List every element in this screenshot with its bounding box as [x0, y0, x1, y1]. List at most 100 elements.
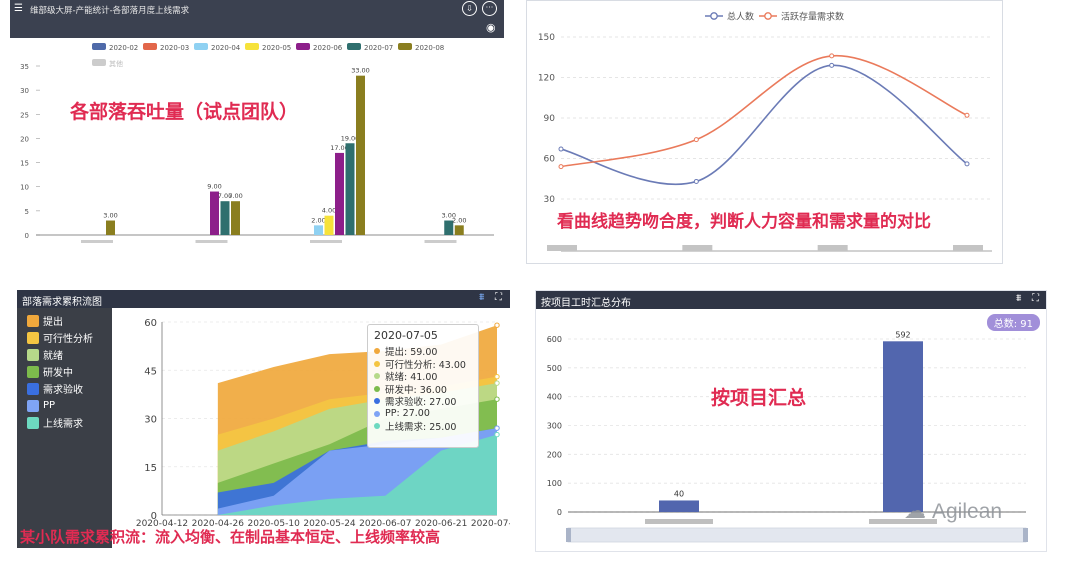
y-tick-label: 60	[144, 318, 157, 329]
data-point	[964, 161, 970, 167]
bar	[231, 201, 240, 235]
cfd-legend-item[interactable]: PP	[27, 397, 112, 414]
data-point	[494, 373, 500, 380]
x-tick-label-blurred	[195, 240, 228, 243]
tooltip-row: 就绪: 41.00	[374, 370, 472, 383]
y-tick-label: 0	[25, 232, 29, 240]
y-tick-label: 0	[557, 508, 562, 517]
data-point	[829, 53, 835, 59]
y-tick-label: 25	[20, 111, 29, 119]
cfd-legend-item[interactable]: 需求验收	[27, 380, 112, 397]
project-hours-header: 按项目工时汇总分布 ⩩ ⛶	[536, 291, 1046, 309]
data-point	[693, 137, 699, 143]
legend-label: 提出	[43, 317, 63, 328]
legend-swatch	[27, 382, 39, 395]
legend-label: 2020-02	[109, 44, 138, 52]
data-point	[558, 164, 564, 170]
bar	[106, 220, 115, 235]
data-point	[558, 146, 564, 152]
legend-label: 2020-04	[211, 44, 241, 52]
tooltip-row: 提出: 59.00	[374, 345, 472, 358]
bar	[345, 143, 355, 235]
bar	[314, 225, 323, 235]
legend-swatch	[27, 365, 39, 378]
filter-icon[interactable]: ⩩	[479, 292, 484, 303]
legend-swatch	[92, 59, 106, 66]
throughput-panel: ☰ 维部级大屏-产能统计-各部落月度上线需求 ⇩ ··· ◉ 2020-02 20…	[10, 0, 504, 250]
bar	[659, 500, 699, 512]
cfd-legend-item[interactable]: 提出	[27, 312, 112, 329]
tooltip-dot	[374, 398, 380, 405]
legend-swatch	[143, 43, 157, 50]
tooltip-label: PP: 27.00	[385, 408, 430, 420]
bar	[324, 215, 334, 235]
legend-label: 其他	[109, 59, 123, 68]
zoom-handle-left	[566, 528, 571, 542]
watermark-text: Agilean	[932, 499, 1003, 523]
data-label: 40	[674, 489, 684, 498]
y-tick-label: 120	[538, 74, 555, 84]
tooltip-row: 需求验收: 27.00	[374, 395, 472, 408]
filter-icon[interactable]: ⩩	[1016, 293, 1021, 304]
legend-swatch	[245, 43, 259, 50]
capacity-panel: 总人数 活跃存量需求数 30 60 90 120 150 看曲线趋势吻合度，判断人力容量和需…	[526, 0, 1003, 264]
fullscreen-icon[interactable]: ⛶	[495, 292, 502, 303]
legend-label: 总人数	[727, 11, 754, 23]
menu-icon[interactable]: ☰	[14, 3, 23, 14]
data-point	[494, 322, 500, 328]
legend-label: 活跃存量需求数	[781, 11, 844, 23]
wechat-icon: ☁	[904, 499, 926, 524]
legend-swatch	[296, 43, 310, 50]
legend-marker	[710, 12, 718, 20]
cfd-legend-item[interactable]: 就绪	[27, 346, 112, 363]
fullscreen-icon[interactable]: ⛶	[1032, 293, 1039, 304]
legend-swatch	[92, 43, 106, 50]
y-tick-label: 90	[544, 114, 556, 124]
cfd-legend-item[interactable]: 可行性分析	[27, 329, 112, 346]
data-label: 592	[895, 330, 910, 339]
legend-label: 2020-07	[364, 44, 393, 52]
y-tick-label: 35	[20, 63, 29, 71]
data-label: 33.00	[351, 67, 370, 75]
tooltip-label: 需求验收: 27.00	[385, 397, 457, 409]
y-tick-label: 60	[544, 155, 556, 165]
series-line	[560, 55, 968, 168]
legend-label: 研发中	[43, 368, 73, 379]
x-tick-label: 2020-07-05	[471, 519, 510, 529]
data-point	[829, 62, 835, 68]
bar	[883, 341, 923, 512]
y-tick-label: 300	[547, 422, 562, 431]
legend-label: 就绪	[43, 351, 63, 362]
y-tick-label: 30	[20, 87, 29, 95]
legend-label: PP	[43, 400, 56, 411]
y-tick-label: 15	[144, 463, 157, 474]
download-icon[interactable]: ⇩	[462, 1, 477, 16]
watermark: ☁ Agilean	[904, 499, 1002, 524]
throughput-annotation: 各部落吞吐量（试点团队）	[70, 101, 299, 123]
legend-label: 2020-08	[415, 44, 444, 52]
cfd-legend-item[interactable]: 上线需求	[27, 414, 112, 431]
y-tick-label: 30	[144, 415, 157, 426]
tooltip-row: 可行性分析: 43.00	[374, 358, 472, 371]
tooltip-dot	[374, 385, 380, 392]
y-tick-label: 10	[20, 184, 29, 192]
bar	[220, 201, 230, 235]
tooltip-dot	[374, 348, 380, 355]
legend-swatch	[347, 43, 361, 50]
y-tick-label: 5	[25, 208, 29, 216]
data-label: 2.00	[452, 216, 466, 224]
tooltip-dot	[374, 373, 380, 380]
y-tick-label: 500	[547, 364, 562, 373]
capacity-annotation: 看曲线趋势吻合度，判断人力容量和需求量的对比	[557, 212, 931, 232]
cfd-panel-header: 部落需求累积流图 ⩩ ⛶	[17, 290, 510, 308]
data-label: 3.00	[103, 212, 117, 220]
cfd-tooltip-date: 2020-07-05	[374, 329, 438, 342]
data-label: 4.00	[322, 207, 336, 215]
eye-icon[interactable]: ◉	[486, 21, 496, 34]
cfd-legend-item[interactable]: 研发中	[27, 363, 112, 380]
data-point	[494, 431, 500, 438]
bar	[335, 152, 344, 235]
bar	[454, 225, 464, 235]
more-icon[interactable]: ···	[482, 1, 497, 16]
cfd-tooltip: 2020-07-05 提出: 59.00 可行性分析: 43.00 就绪: 41.0…	[367, 324, 479, 448]
